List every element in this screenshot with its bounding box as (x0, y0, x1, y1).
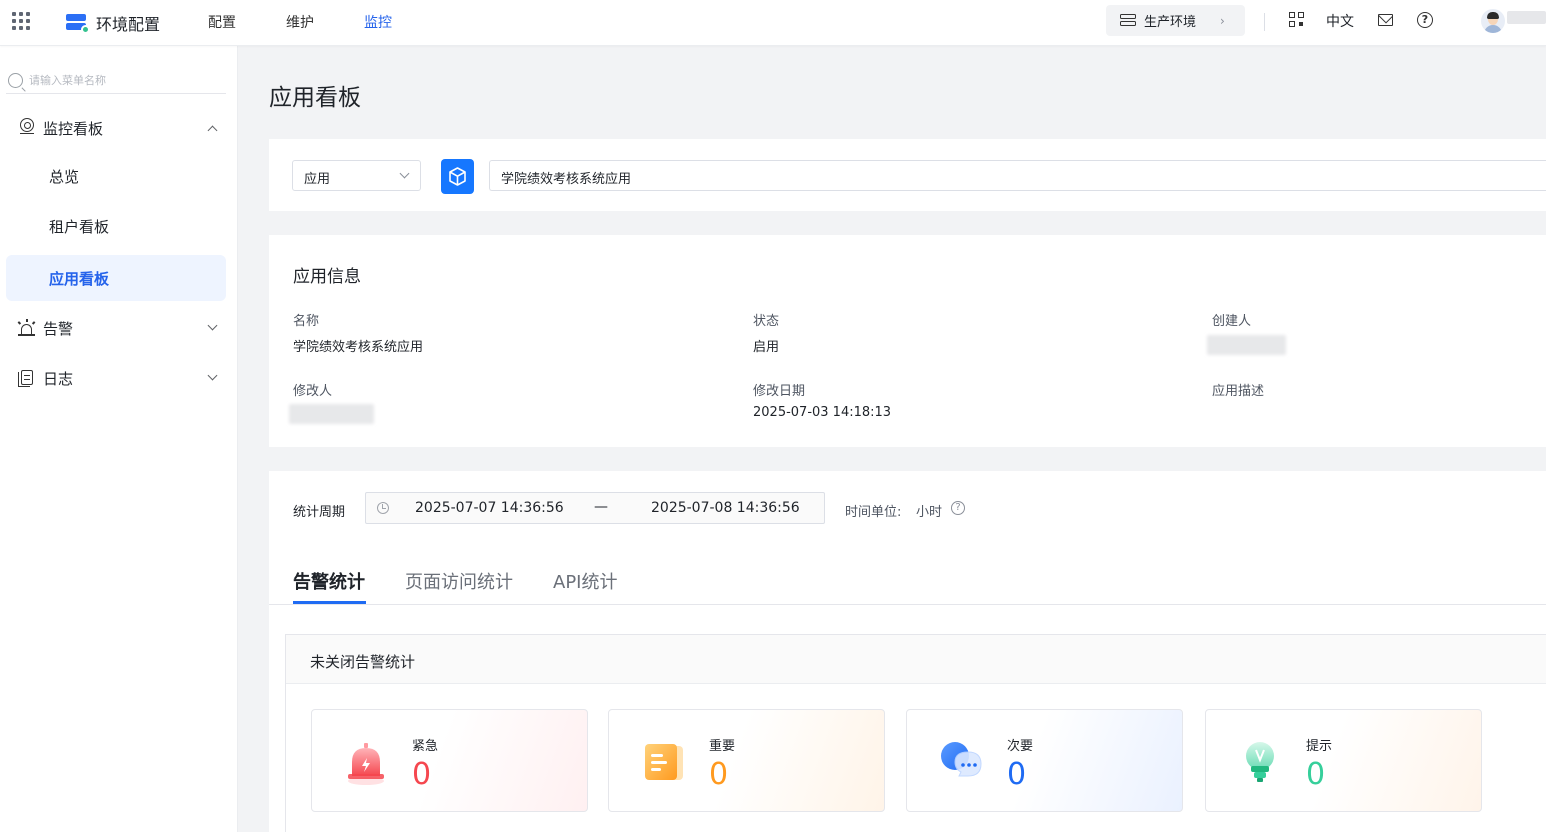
sidebar-item-app-board[interactable]: 应用看板 (6, 255, 226, 301)
sidebar-group-label: 监控看板 (43, 120, 104, 138)
time-unit-label: 时间单位: (845, 505, 902, 520)
type-select-value: 应用 (304, 172, 331, 187)
monitor-icon (20, 118, 34, 134)
name-label: 名称 (293, 314, 320, 329)
sidebar-item-overview[interactable]: 总览 (6, 153, 226, 199)
sidebar-item-label: 总览 (49, 168, 80, 186)
sidebar-group-label: 日志 (43, 370, 74, 388)
date-range-end[interactable]: 2025-07-08 14:36:56 (651, 500, 800, 516)
sidebar-item-tenant-board[interactable]: 租户看板 (6, 203, 226, 249)
bell-icon (348, 743, 384, 785)
stat-card-hint[interactable]: 提示 0 (1205, 709, 1482, 812)
period-label: 统计周期 (293, 505, 346, 520)
sidebar-group-monitor-board[interactable]: 监控看板 (6, 107, 226, 149)
brand[interactable]: 环境配置 (66, 11, 160, 35)
menu-search-input[interactable] (29, 74, 219, 87)
time-unit-value: 小时 (916, 505, 943, 520)
stat-label: 重要 (709, 739, 736, 754)
language-switcher[interactable]: 中文 (1326, 11, 1354, 31)
main-content: 应用看板 应用 学院绩效考核系统应用 应用信息 名称 学院绩效考核系统应用 状态… (239, 46, 1546, 832)
stat-card-important[interactable]: 重要 0 (608, 709, 885, 812)
modifier-label: 修改人 (293, 384, 333, 399)
sidebar-group-alarm[interactable]: 告警 (6, 307, 226, 349)
status-value: 启用 (753, 340, 780, 355)
tab-page-visit-stats[interactable]: 页面访问统计 (405, 568, 513, 594)
sidebar-group-log[interactable]: 日志 (6, 357, 226, 399)
status-label: 状态 (753, 314, 780, 329)
brand-logo-icon (66, 14, 90, 34)
panel-title: 未关闭告警统计 (310, 653, 416, 671)
question-icon[interactable]: ? (951, 501, 965, 515)
cube-icon (441, 159, 474, 194)
help-icon[interactable]: ? (1417, 12, 1433, 28)
app-select[interactable]: 学院绩效考核系统应用 (489, 160, 1546, 191)
top-nav-config[interactable]: 配置 (208, 12, 236, 32)
tab-api-stats[interactable]: API统计 (553, 568, 617, 594)
app-grid-icon[interactable] (12, 12, 30, 30)
avatar[interactable] (1481, 9, 1505, 33)
tab-alarm-stats[interactable]: 告警统计 (293, 568, 365, 594)
top-navbar: 环境配置 配置 维护 监控 生产环境 › 中文 ? (0, 0, 1546, 46)
app-select-value: 学院绩效考核系统应用 (501, 172, 632, 187)
sidebar: 监控看板 总览 租户看板 应用看板 告警 日志 (0, 46, 238, 832)
chevron-down-icon (399, 168, 410, 179)
stat-label: 紧急 (412, 739, 439, 754)
modifier-value-redacted (289, 404, 374, 424)
stat-value: 0 (1007, 757, 1027, 792)
document-icon (645, 744, 683, 780)
username-redacted[interactable] (1507, 11, 1546, 24)
panel-header: 未关闭告警统计 (286, 635, 1546, 684)
section-title: 应用信息 (293, 267, 361, 287)
date-range-separator: — (594, 499, 608, 515)
description-label: 应用描述 (1212, 384, 1265, 399)
chevron-up-icon (207, 125, 218, 136)
server-icon (1120, 14, 1136, 27)
type-select[interactable]: 应用 (292, 160, 421, 191)
alarm-icon (17, 319, 36, 337)
app-selector-card: 应用 学院绩效考核系统应用 (269, 139, 1546, 211)
sidebar-group-label: 告警 (43, 320, 74, 338)
environment-switcher[interactable]: 生产环境 › (1106, 5, 1245, 36)
date-range-start[interactable]: 2025-07-07 14:36:56 (415, 500, 564, 516)
creator-label: 创建人 (1212, 314, 1252, 329)
statistics-card: 统计周期 2025-07-07 14:36:56 — 2025-07-08 14… (269, 471, 1546, 832)
sidebar-item-label: 租户看板 (49, 218, 110, 236)
stat-label: 提示 (1306, 739, 1333, 754)
active-tab-indicator (293, 601, 366, 604)
chevron-right-icon: › (1220, 13, 1225, 28)
stat-card-critical[interactable]: 紧急 0 (311, 709, 588, 812)
sidebar-item-label: 应用看板 (49, 270, 110, 288)
stat-card-minor[interactable]: 次要 0 (906, 709, 1183, 812)
menu-search (6, 68, 226, 94)
stats-tabs: 告警统计 页面访问统计 API统计 (269, 543, 1546, 605)
environment-label: 生产环境 (1144, 15, 1197, 30)
divider (1264, 13, 1265, 31)
chat-bubble-icon (941, 742, 982, 777)
brand-title: 环境配置 (96, 15, 161, 34)
top-nav-monitoring[interactable]: 监控 (364, 12, 392, 32)
chevron-down-icon (207, 320, 218, 331)
app-info-card: 应用信息 名称 学院绩效考核系统应用 状态 启用 创建人 修改人 修改日期 20… (269, 235, 1546, 447)
chevron-down-icon (207, 370, 218, 381)
stat-value: 0 (709, 757, 729, 792)
modified-date-value: 2025-07-03 14:18:13 (753, 405, 892, 420)
stat-value: 0 (1306, 757, 1326, 792)
top-nav-maintenance[interactable]: 维护 (286, 12, 314, 32)
search-icon (8, 73, 23, 88)
clock-icon (377, 502, 389, 514)
log-icon (18, 369, 36, 387)
stat-value: 0 (412, 757, 432, 792)
name-value: 学院绩效考核系统应用 (293, 340, 424, 355)
stat-label: 次要 (1007, 739, 1034, 754)
qr-grid-icon[interactable] (1289, 12, 1305, 28)
lightbulb-icon (1246, 742, 1274, 782)
page-title: 应用看板 (269, 85, 361, 111)
top-nav: 配置 维护 监控 (208, 12, 442, 32)
creator-value-redacted (1207, 335, 1286, 355)
date-range-picker[interactable]: 2025-07-07 14:36:56 — 2025-07-08 14:36:5… (365, 492, 825, 524)
modified-date-label: 修改日期 (753, 384, 806, 399)
open-alarm-panel: 未关闭告警统计 紧急 0 重要 0 次要 0 提示 0 (285, 634, 1546, 832)
mail-icon[interactable] (1378, 14, 1393, 26)
